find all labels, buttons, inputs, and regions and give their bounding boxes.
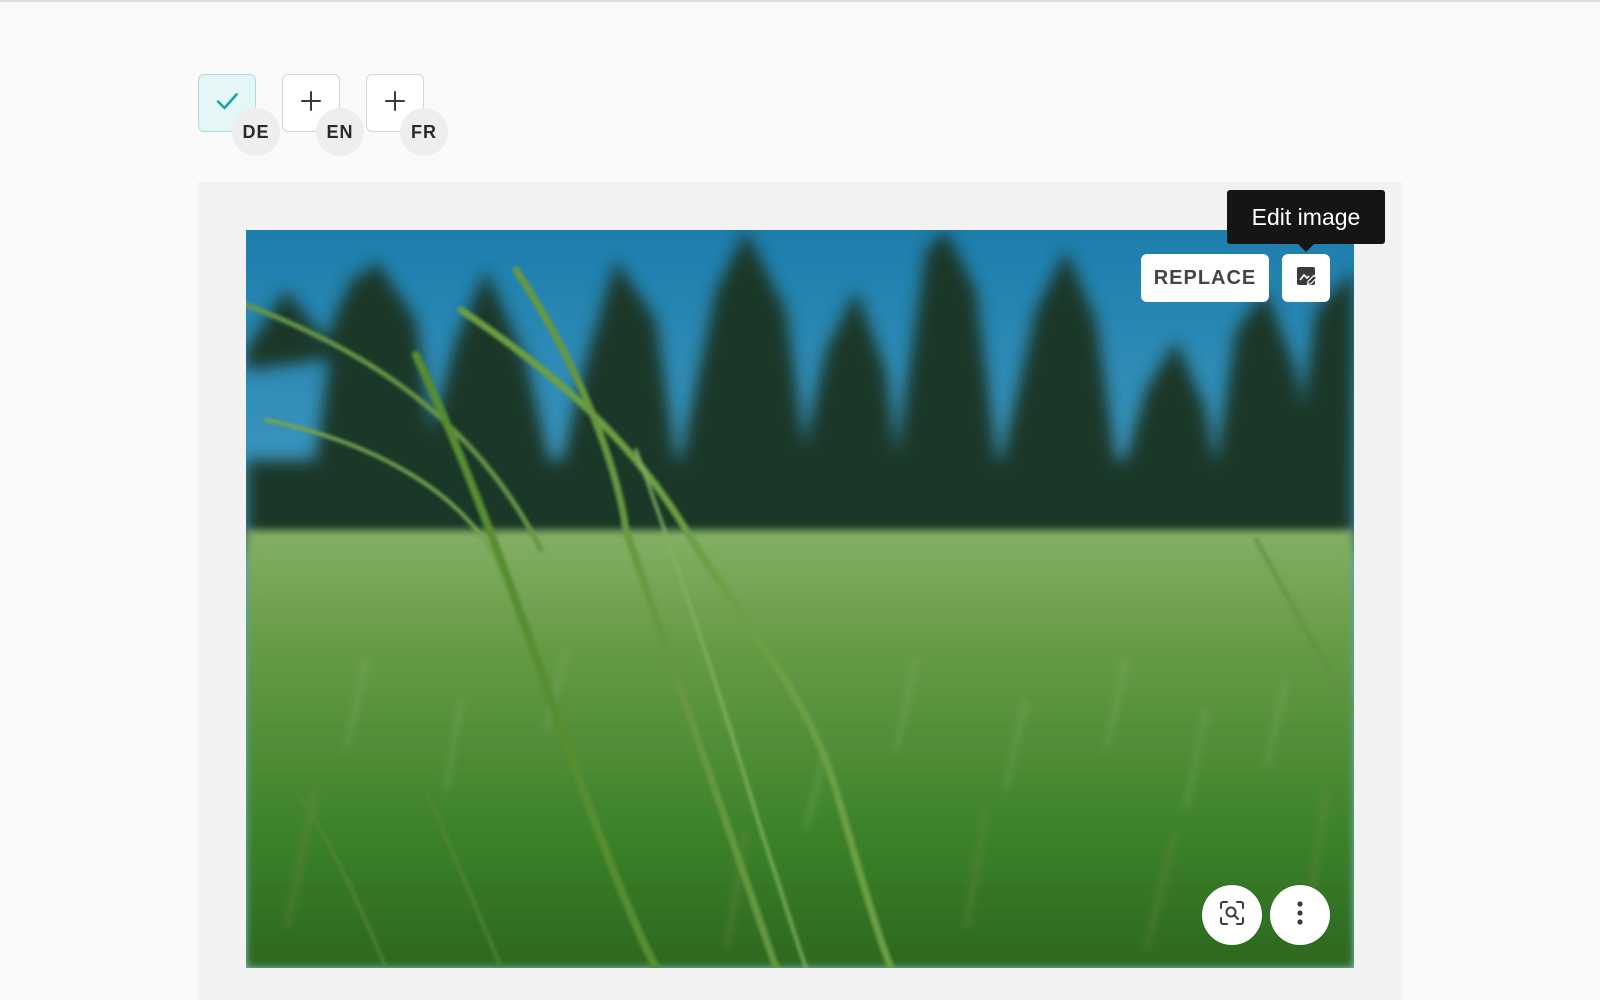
meadow-image[interactable] [246, 230, 1354, 968]
language-switcher: DE EN FR [198, 74, 598, 156]
edit-image-icon [1295, 265, 1318, 292]
focus-point-button[interactable] [1202, 885, 1262, 945]
language-code-badge: DE [232, 108, 280, 156]
language-code-badge: EN [316, 108, 364, 156]
plus-icon [299, 89, 323, 118]
grass-meadow-photo [246, 230, 1354, 968]
plus-icon [383, 89, 407, 118]
tooltip-arrow [1297, 243, 1315, 252]
edit-image-tooltip: Edit image [1227, 190, 1385, 244]
more-vertical-icon [1296, 900, 1304, 931]
replace-image-button[interactable]: REPLACE [1141, 254, 1269, 302]
more-options-button[interactable] [1270, 885, 1330, 945]
check-icon [214, 88, 240, 119]
language-code-badge: FR [400, 108, 448, 156]
edit-image-button[interactable] [1282, 254, 1330, 302]
focus-point-icon [1218, 899, 1246, 932]
top-divider [0, 0, 1600, 2]
